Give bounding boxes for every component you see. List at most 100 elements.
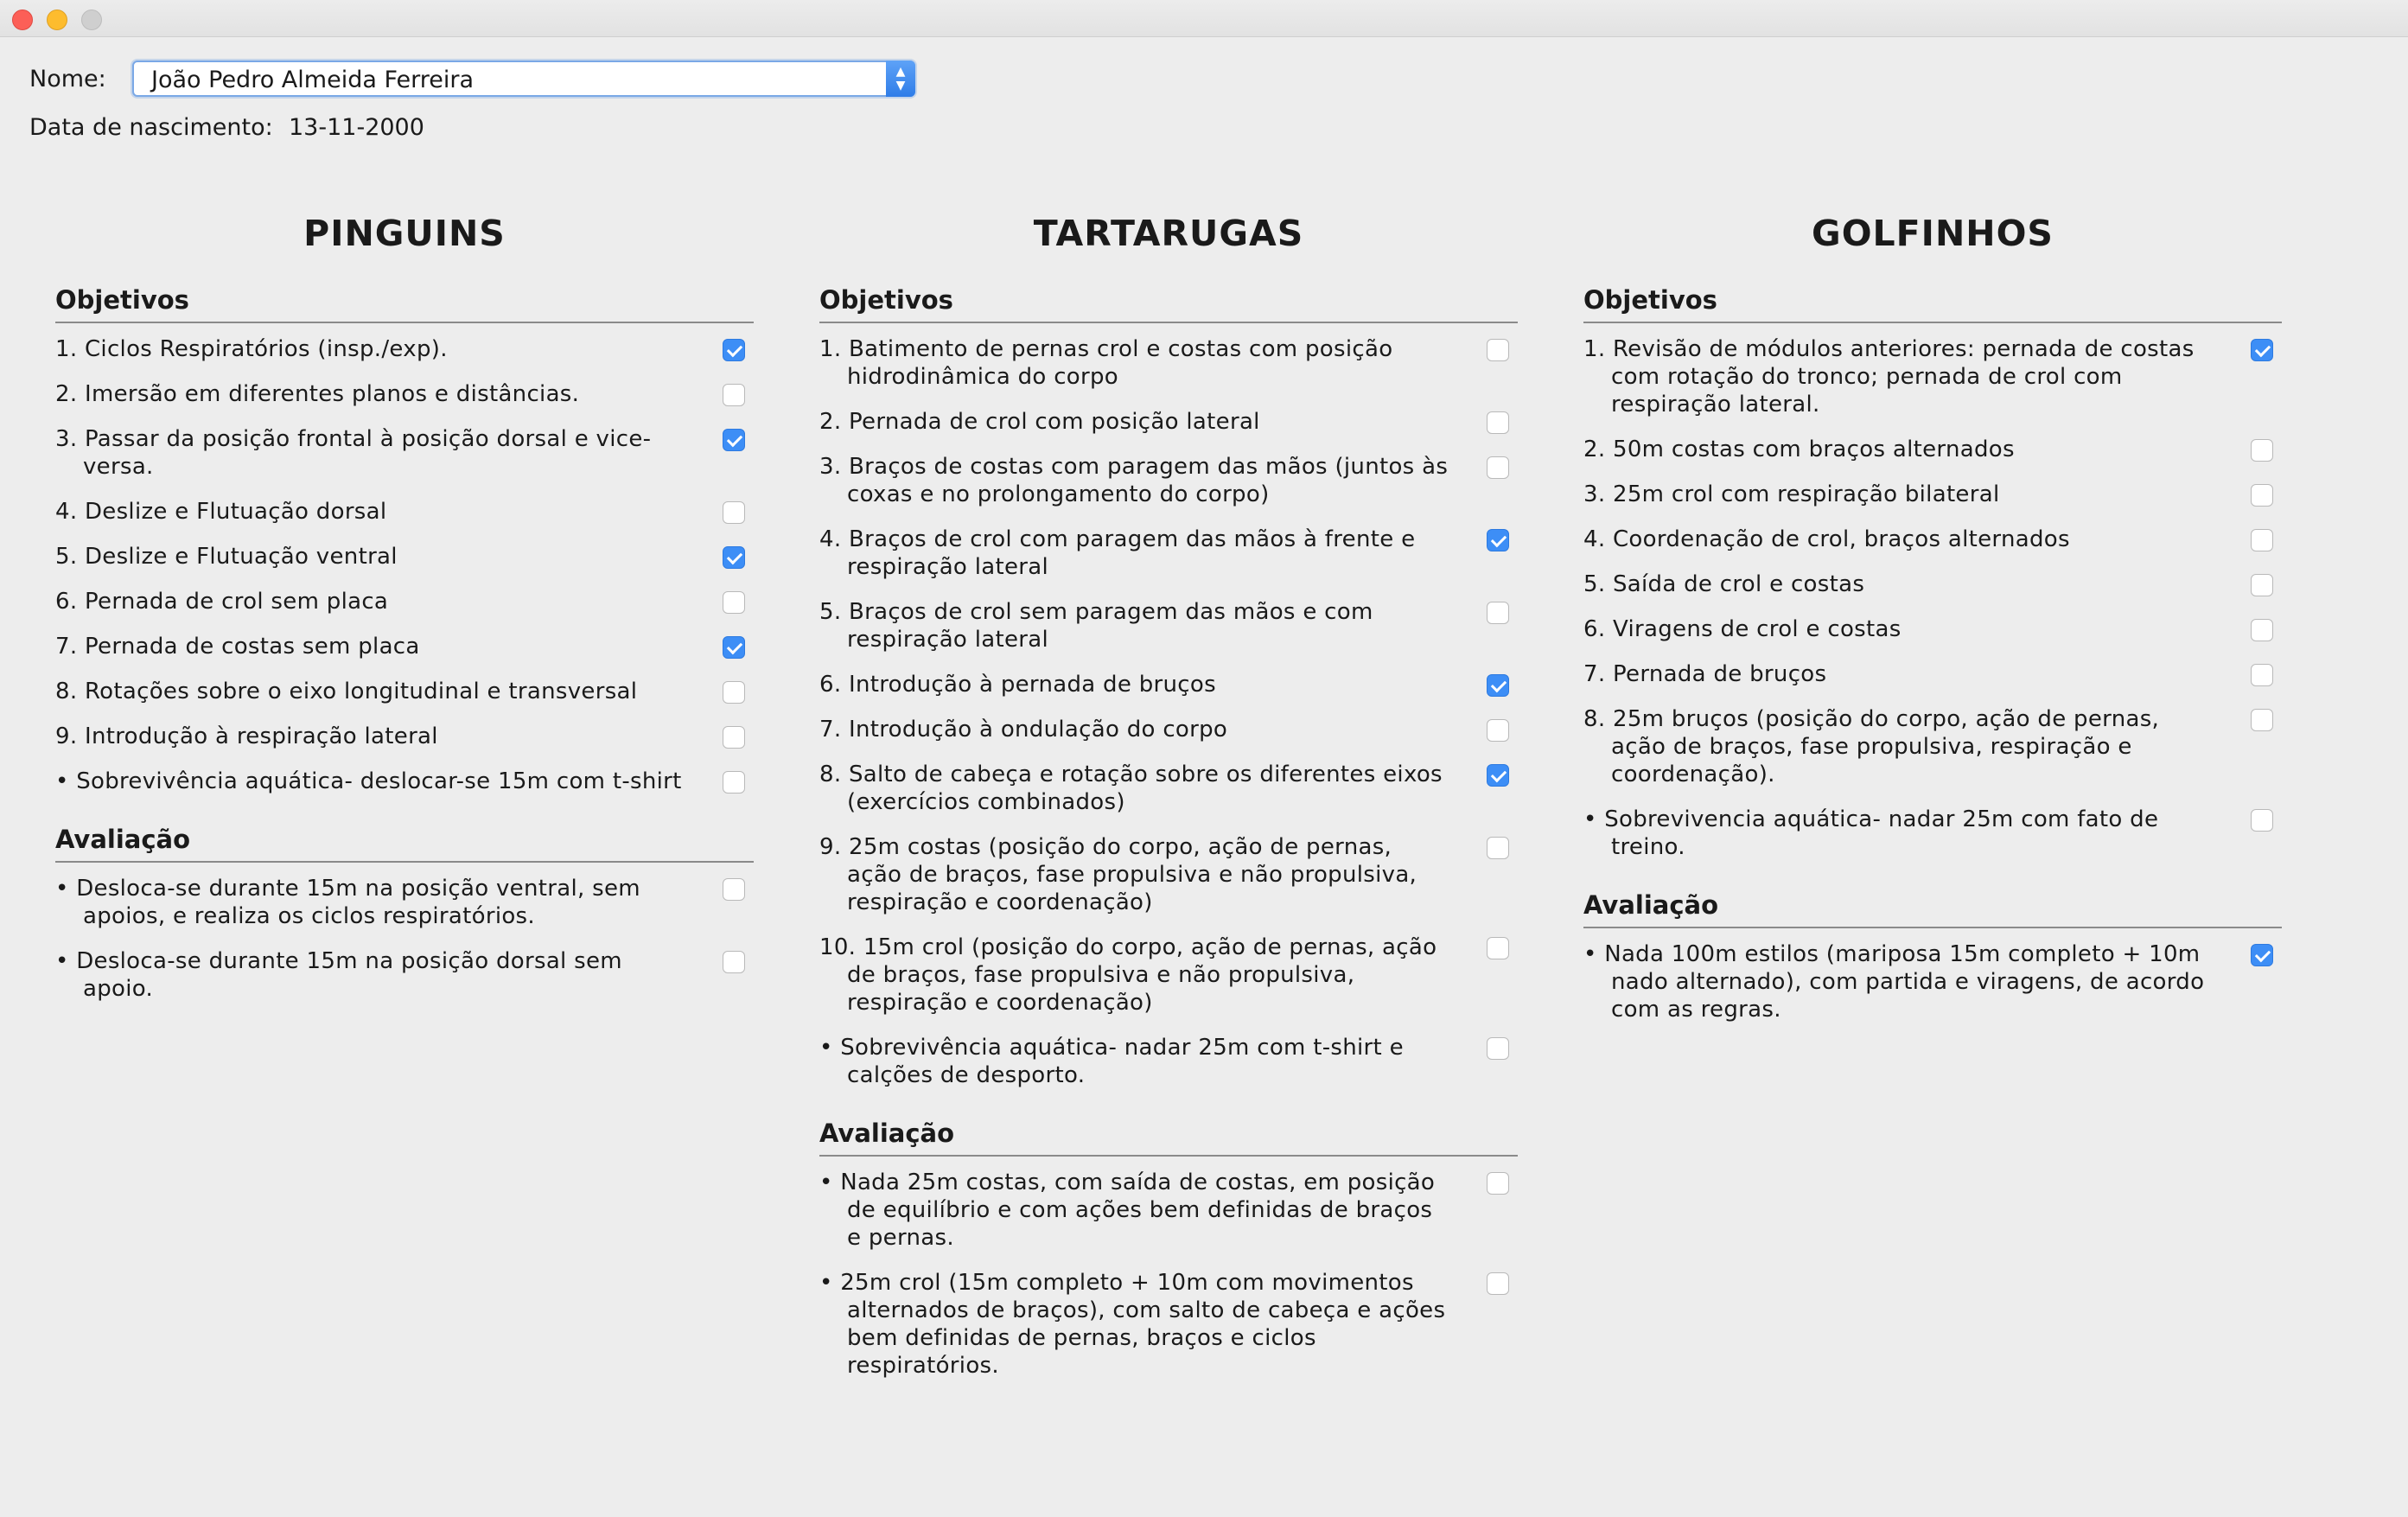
objectives-checkbox[interactable]: [723, 429, 745, 451]
objectives-item: 4. Coordenação de crol, braços alternado…: [1583, 526, 2282, 553]
minimize-window-button[interactable]: [47, 10, 67, 30]
objectives-checkbox[interactable]: [2251, 439, 2273, 462]
objectives-item: 3. 25m crol com respiração bilateral: [1583, 481, 2282, 508]
evaluation-item-label: • Nada 25m costas, com saída de costas, …: [819, 1170, 1436, 1251]
evaluation-checkbox[interactable]: [2251, 944, 2273, 966]
objectives-item: 6. Introdução à pernada de bruços: [819, 671, 1518, 698]
objectives-checkbox[interactable]: [2251, 574, 2273, 596]
objectives-item: 5. Saída de crol e costas: [1583, 570, 2282, 598]
objectives-checkbox[interactable]: [2251, 619, 2273, 641]
objectives-checkbox[interactable]: [723, 636, 745, 659]
objectives-checkbox[interactable]: [723, 546, 745, 569]
objectives-heading: Objetivos: [819, 285, 1518, 323]
column-pinguins: PINGUINS Objetivos 1. Ciclos Respiratórios…: [55, 207, 754, 1020]
objectives-checkbox[interactable]: [1487, 529, 1509, 551]
objectives-item: 10. 15m crol (posição do corpo, ação de …: [819, 934, 1518, 1017]
select-arrows-icon[interactable]: ▲ ▼: [886, 61, 915, 97]
evaluation-item: • Desloca-se durante 15m na posição dors…: [55, 947, 754, 1003]
name-select[interactable]: João Pedro Almeida Ferreira ▲ ▼: [132, 61, 915, 97]
objectives-checkbox[interactable]: [1487, 764, 1509, 787]
window-titlebar: [0, 0, 2408, 37]
objectives-item-label: 3. Passar da posição frontal à posição d…: [55, 426, 652, 480]
objectives-item-label: 2. Pernada de crol com posição lateral: [819, 409, 1260, 435]
objectives-item: 5. Braços de crol sem paragem das mãos e…: [819, 598, 1518, 653]
objectives-item-label: 1. Batimento de pernas crol e costas com…: [819, 336, 1393, 390]
objectives-checkbox[interactable]: [2251, 339, 2273, 361]
objectives-item-label: 3. Braços de costas com paragem das mãos…: [819, 454, 1449, 507]
evaluation-checkbox[interactable]: [723, 878, 745, 901]
objectives-item-label: 9. 25m costas (posição do corpo, ação de…: [819, 834, 1417, 915]
objectives-checkbox[interactable]: [1487, 602, 1509, 624]
objectives-checkbox[interactable]: [1487, 411, 1509, 434]
objectives-section: Objetivos 1. Batimento de pernas crol e c…: [819, 285, 1518, 1089]
objectives-checkbox[interactable]: [1487, 339, 1509, 361]
objectives-checkbox[interactable]: [1487, 937, 1509, 959]
close-window-button[interactable]: [12, 10, 33, 30]
objectives-item: • Sobrevivência aquática- nadar 25m com …: [819, 1034, 1518, 1089]
column-golfinhos: GOLFINHOS Objetivos 1. Revisão de módulos …: [1583, 207, 2282, 1041]
objectives-checkbox[interactable]: [1487, 1037, 1509, 1060]
objectives-item: 8. 25m bruços (posição do corpo, ação de…: [1583, 705, 2282, 788]
objectives-item: 2. 50m costas com braços alternados: [1583, 436, 2282, 463]
objectives-heading: Objetivos: [55, 285, 754, 323]
objectives-checkbox[interactable]: [723, 339, 745, 361]
column-title: GOLFINHOS: [1812, 213, 2054, 254]
objectives-item: 8. Salto de cabeça e rotação sobre os di…: [819, 761, 1518, 816]
objectives-item-label: 5. Saída de crol e costas: [1583, 571, 1865, 597]
evaluation-heading: Avaliação: [819, 1119, 1518, 1157]
objectives-checkbox[interactable]: [723, 384, 745, 406]
objectives-checkbox[interactable]: [723, 681, 745, 704]
name-label: Nome:: [29, 66, 106, 92]
objectives-item: 7. Pernada de bruços: [1583, 660, 2282, 688]
birth-date-label: Data de nascimento:: [29, 114, 273, 141]
objectives-item-label: • Sobrevivencia aquática- nadar 25m com …: [1583, 806, 2159, 860]
objectives-checkbox[interactable]: [723, 726, 745, 749]
objectives-item: 1. Revisão de módulos anteriores: pernad…: [1583, 335, 2282, 418]
objectives-checkbox[interactable]: [2251, 484, 2273, 507]
objectives-item-label: 4. Deslize e Flutuação dorsal: [55, 499, 387, 525]
objectives-item-label: 7. Pernada de bruços: [1583, 661, 1827, 687]
maximize-window-button[interactable]: [81, 10, 102, 30]
objectives-item-label: 8. 25m bruços (posição do corpo, ação de…: [1583, 706, 2160, 787]
evaluation-heading: Avaliação: [1583, 890, 2282, 928]
evaluation-item: • 25m crol (15m completo + 10m com movim…: [819, 1269, 1518, 1380]
objectives-item: 9. Introdução à respiração lateral: [55, 723, 754, 750]
objectives-checkbox[interactable]: [723, 501, 745, 524]
objectives-item: 6. Viragens de crol e costas: [1583, 615, 2282, 643]
objectives-checkbox[interactable]: [723, 591, 745, 614]
objectives-checkbox[interactable]: [1487, 456, 1509, 479]
name-select-value: João Pedro Almeida Ferreira: [151, 67, 475, 93]
evaluation-checkbox[interactable]: [1487, 1272, 1509, 1295]
objectives-checkbox[interactable]: [1487, 719, 1509, 742]
objectives-section: Objetivos 1. Revisão de módulos anteriore…: [1583, 285, 2282, 861]
evaluation-item-label: • 25m crol (15m completo + 10m com movim…: [819, 1270, 1446, 1379]
objectives-item: 7. Pernada de costas sem placa: [55, 633, 754, 660]
evaluation-heading: Avaliação: [55, 825, 754, 863]
objectives-item-label: 7. Introdução à ondulação do corpo: [819, 717, 1228, 743]
objectives-item: 4. Deslize e Flutuação dorsal: [55, 498, 754, 526]
objectives-item-label: 4. Braços de crol com paragem das mãos à…: [819, 526, 1416, 580]
evaluation-item-label: • Nada 100m estilos (mariposa 15m comple…: [1583, 941, 2205, 1023]
objectives-item-label: 4. Coordenação de crol, braços alternado…: [1583, 526, 2070, 552]
objectives-checkbox[interactable]: [2251, 529, 2273, 551]
objectives-item-label: 6. Introdução à pernada de bruços: [819, 672, 1216, 698]
evaluation-checkbox[interactable]: [1487, 1172, 1509, 1195]
objectives-checkbox[interactable]: [2251, 809, 2273, 832]
objectives-item: 5. Deslize e Flutuação ventral: [55, 543, 754, 570]
evaluation-item: • Nada 100m estilos (mariposa 15m comple…: [1583, 940, 2282, 1023]
objectives-item-label: 6. Pernada de crol sem placa: [55, 589, 389, 615]
objectives-section: Objetivos 1. Ciclos Respiratórios (insp./…: [55, 285, 754, 795]
objectives-heading: Objetivos: [1583, 285, 2282, 323]
objectives-item-label: 8. Salto de cabeça e rotação sobre os di…: [819, 762, 1443, 815]
objectives-checkbox[interactable]: [1487, 674, 1509, 697]
objectives-checkbox[interactable]: [2251, 664, 2273, 686]
evaluation-section: Avaliação • Nada 100m estilos (mariposa 1…: [1583, 890, 2282, 1023]
evaluation-checkbox[interactable]: [723, 951, 745, 973]
objectives-item-label: 1. Revisão de módulos anteriores: pernad…: [1583, 336, 2195, 417]
birth-date-value: 13-11-2000: [289, 114, 424, 141]
objectives-checkbox[interactable]: [723, 771, 745, 794]
objectives-item-label: 10. 15m crol (posição do corpo, ação de …: [819, 934, 1437, 1016]
objectives-checkbox[interactable]: [1487, 837, 1509, 859]
objectives-checkbox[interactable]: [2251, 709, 2273, 731]
objectives-item-label: 7. Pernada de costas sem placa: [55, 634, 420, 660]
